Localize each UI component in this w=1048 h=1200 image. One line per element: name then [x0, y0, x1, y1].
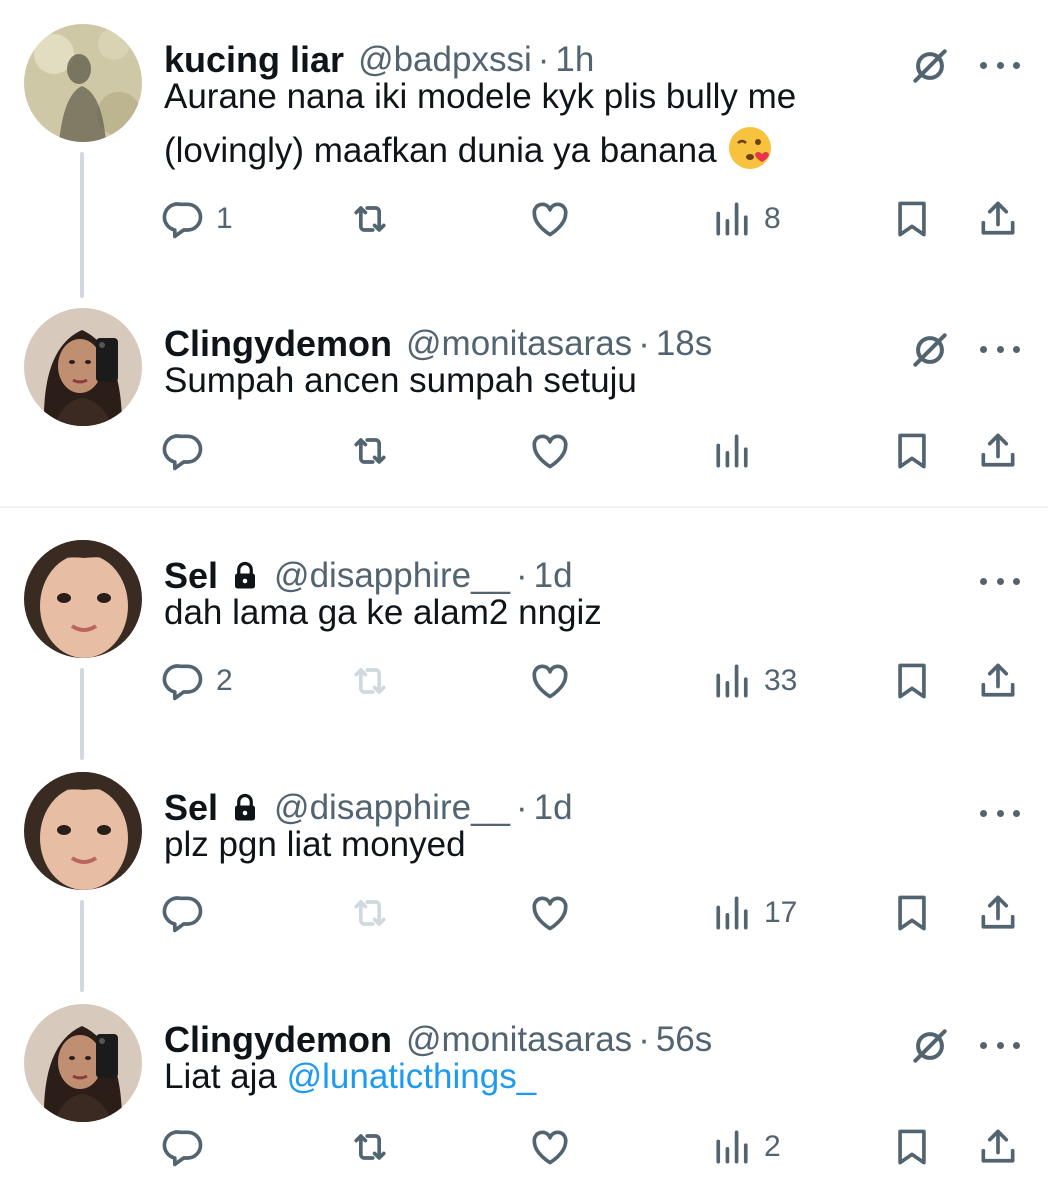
views-button[interactable]: 2 — [710, 1122, 781, 1172]
views-icon — [710, 429, 754, 473]
more-icon[interactable] — [980, 798, 1020, 828]
views-count: 17 — [764, 896, 798, 929]
action-bar: 1 8 — [0, 194, 1048, 244]
bookmark-icon — [890, 197, 934, 241]
like-button[interactable] — [528, 1122, 582, 1172]
action-bar: 2 33 — [0, 656, 1048, 706]
tweet-text: dah lama ga ke alam2 nngiz — [164, 593, 602, 632]
repost-icon — [348, 891, 392, 935]
reply-count: 1 — [216, 202, 233, 235]
tweet-text: Aurane nana iki modele kyk plis bully me… — [164, 70, 924, 178]
reply-button[interactable]: 1 — [162, 194, 233, 244]
reply-icon — [162, 429, 206, 473]
views-icon — [710, 891, 754, 935]
more-icon[interactable] — [980, 50, 1020, 80]
share-icon — [976, 197, 1020, 241]
reply-icon — [162, 1125, 206, 1169]
bookmark-button[interactable] — [890, 656, 934, 706]
repost-button-disabled — [348, 888, 402, 938]
tweet-text-line: (lovingly) maafkan dunia ya banana — [164, 124, 924, 178]
share-button[interactable] — [976, 194, 1020, 244]
like-icon — [528, 429, 572, 473]
tweet-text-line: Aurane nana iki modele kyk plis bully me — [164, 77, 797, 116]
bookmark-icon — [890, 659, 934, 703]
reply-button[interactable] — [162, 426, 216, 476]
repost-button[interactable] — [348, 426, 402, 476]
action-bar — [0, 426, 1048, 476]
bookmark-button[interactable] — [890, 888, 934, 938]
views-button[interactable]: 33 — [710, 656, 797, 706]
views-icon — [710, 659, 754, 703]
avatar-image — [24, 772, 142, 890]
bookmark-icon — [890, 891, 934, 935]
share-button[interactable] — [976, 656, 1020, 706]
more-icon[interactable] — [980, 566, 1020, 596]
repost-icon — [348, 1125, 392, 1169]
reply-button[interactable]: 2 — [162, 656, 233, 706]
bookmark-button[interactable] — [890, 194, 934, 244]
views-button[interactable]: 8 — [710, 194, 781, 244]
repost-button[interactable] — [348, 194, 402, 244]
more-icon[interactable] — [980, 1030, 1020, 1060]
bookmark-icon — [890, 429, 934, 473]
reply-count: 2 — [216, 664, 233, 697]
views-count: 8 — [764, 202, 781, 235]
divider — [0, 506, 1048, 508]
views-button[interactable] — [710, 426, 764, 476]
avatar[interactable] — [24, 308, 142, 426]
share-icon — [976, 659, 1020, 703]
avatar-image — [24, 24, 142, 142]
repost-icon — [348, 659, 392, 703]
reply-button[interactable] — [162, 888, 216, 938]
like-button[interactable] — [528, 656, 582, 706]
repost-icon — [348, 197, 392, 241]
like-icon — [528, 1125, 572, 1169]
like-icon — [528, 659, 572, 703]
bookmark-button[interactable] — [890, 426, 934, 476]
share-button[interactable] — [976, 426, 1020, 476]
like-button[interactable] — [528, 194, 582, 244]
views-count: 33 — [764, 664, 798, 697]
repost-button[interactable] — [348, 1122, 402, 1172]
tweet-text-segment: (lovingly) maafkan dunia ya banana — [164, 131, 717, 170]
views-icon — [710, 1125, 754, 1169]
mention-link[interactable]: @lunaticthings_ — [287, 1057, 537, 1096]
share-icon — [976, 429, 1020, 473]
reply-icon — [162, 197, 206, 241]
avatar[interactable] — [24, 1004, 142, 1122]
avatar[interactable] — [24, 772, 142, 890]
avatar-image — [24, 540, 142, 658]
avatar-image — [24, 1004, 142, 1122]
views-count: 2 — [764, 1130, 781, 1163]
tweet-text: Sumpah ancen sumpah setuju — [164, 361, 637, 400]
share-icon — [976, 1125, 1020, 1169]
avatar-image — [24, 308, 142, 426]
repost-icon — [348, 429, 392, 473]
more-icon[interactable] — [980, 334, 1020, 364]
repost-button-disabled — [348, 656, 402, 706]
views-button[interactable]: 17 — [710, 888, 797, 938]
reply-button[interactable] — [162, 1122, 216, 1172]
action-bar: 17 — [0, 888, 1048, 938]
avatar[interactable] — [24, 540, 142, 658]
like-icon — [528, 197, 572, 241]
like-icon — [528, 891, 572, 935]
views-icon — [710, 197, 754, 241]
tweet-text: Liat aja @lunaticthings_ — [164, 1050, 924, 1104]
bookmark-button[interactable] — [890, 1122, 934, 1172]
tweet-text: plz pgn liat monyed — [164, 825, 466, 864]
kissing-wink-face-icon — [729, 127, 772, 169]
like-button[interactable] — [528, 426, 582, 476]
share-button[interactable] — [976, 888, 1020, 938]
share-button[interactable] — [976, 1122, 1020, 1172]
share-icon — [976, 891, 1020, 935]
action-bar: 2 — [0, 1122, 1048, 1172]
avatar[interactable] — [24, 24, 142, 142]
like-button[interactable] — [528, 888, 582, 938]
bookmark-icon — [890, 1125, 934, 1169]
reply-icon — [162, 891, 206, 935]
reply-icon — [162, 659, 206, 703]
tweet-text-prefix: Liat aja — [164, 1057, 287, 1096]
